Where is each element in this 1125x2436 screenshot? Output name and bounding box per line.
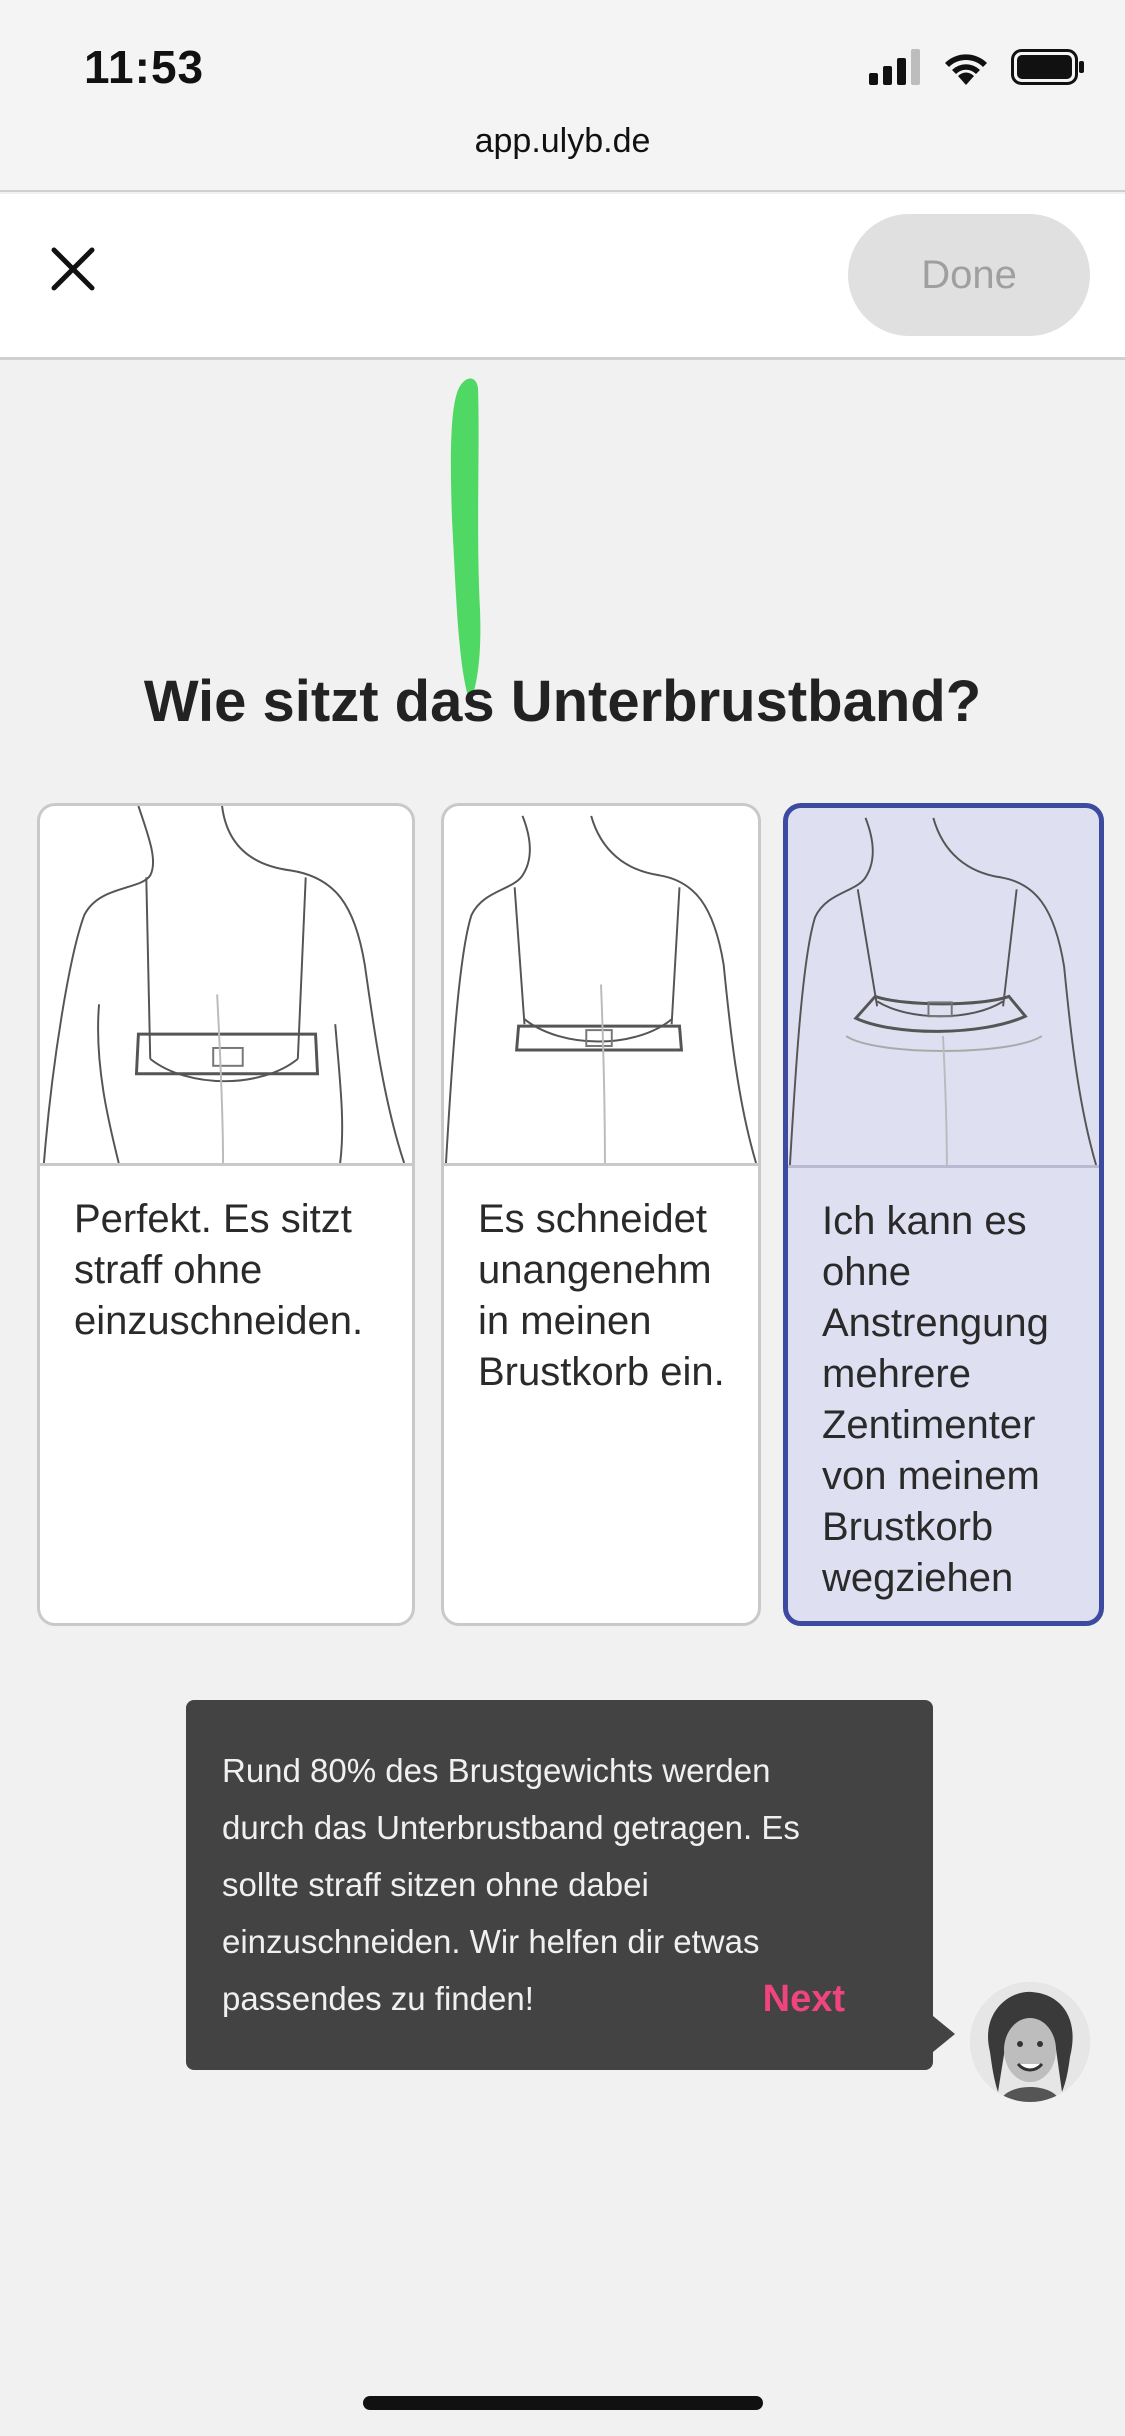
bra-back-fit-illustration xyxy=(40,806,412,1166)
option-card-too-tight[interactable]: Es schneidet unangenehm in meinen Brustk… xyxy=(441,803,761,1626)
option-text: Perfekt. Es sitzt straff ohne einzuschne… xyxy=(74,1197,364,1343)
url-bar[interactable]: app.ulyb.de xyxy=(0,100,1125,192)
close-icon xyxy=(51,247,95,291)
next-button[interactable]: Next xyxy=(763,1978,845,2021)
page: 11:53 app.ulyb.de Done Wie sitzt das Unt… xyxy=(0,0,1125,2436)
cellular-signal-icon xyxy=(869,48,921,90)
done-button[interactable]: Done xyxy=(848,214,1090,336)
home-indicator[interactable] xyxy=(363,2396,763,2410)
wifi-icon xyxy=(943,49,989,90)
assistant-avatar xyxy=(970,1982,1090,2102)
option-card-too-loose[interactable]: Ich kann es ohne Anstrengung mehrere Zen… xyxy=(783,803,1104,1626)
green-scribble-annotation xyxy=(450,378,481,702)
top-bar: Done xyxy=(0,194,1125,360)
hint-tooltip: Rund 80% des Brustgewichts werden durch … xyxy=(186,1700,955,2070)
status-time: 11:53 xyxy=(84,41,205,93)
bra-back-fit-illustration xyxy=(444,806,758,1166)
bra-back-fit-illustration xyxy=(788,808,1099,1168)
option-card-perfect[interactable]: Perfekt. Es sitzt straff ohne einzuschne… xyxy=(37,803,415,1626)
battery-icon xyxy=(1011,48,1085,90)
close-button[interactable] xyxy=(38,234,108,304)
url-text: app.ulyb.de xyxy=(474,121,651,160)
question-title: Wie sitzt das Unterbrustband? xyxy=(143,669,982,734)
status-icons xyxy=(869,48,1085,90)
option-text: Ich kann es ohne Anstrengung mehrere Zen… xyxy=(822,1199,1049,1600)
option-text: Es schneidet unangenehm in meinen Brustk… xyxy=(478,1197,725,1394)
